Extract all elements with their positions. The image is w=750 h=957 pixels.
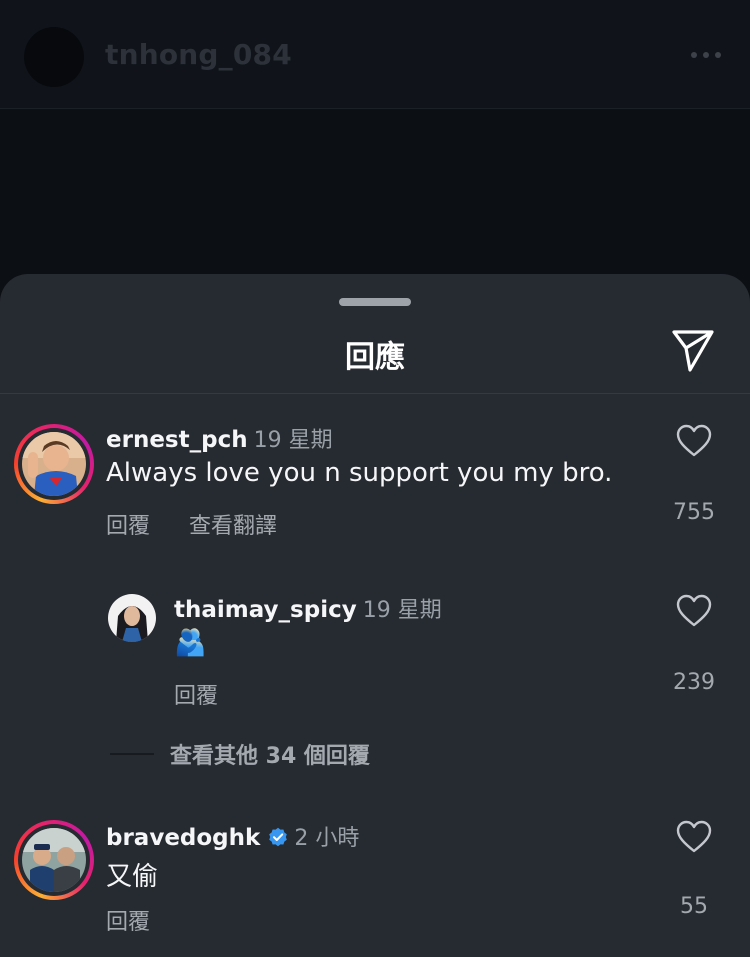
sheet-grabber-handle[interactable] <box>339 298 411 306</box>
like-heart-icon[interactable] <box>676 424 712 458</box>
comments-sheet: 回應 ernest_pch 19 星期 Always love you n sup… <box>0 274 750 957</box>
more-options-icon[interactable] <box>688 46 724 66</box>
thread-line <box>110 753 154 755</box>
comment-text: 又偷 <box>106 862 159 892</box>
poster-username[interactable]: tnhong_084 <box>105 38 292 71</box>
like-count: 755 <box>673 500 715 525</box>
sheet-title: 回應 <box>345 340 405 375</box>
comment-username[interactable]: thaimay_spicy <box>174 597 357 623</box>
avatar[interactable] <box>108 594 156 642</box>
comment-timestamp: 19 星期 <box>362 598 442 623</box>
comment-timestamp: 19 星期 <box>253 428 333 453</box>
comment-actions: 回覆 查看翻譯 <box>106 508 277 540</box>
avatar[interactable] <box>22 828 86 892</box>
avatar[interactable] <box>22 432 86 496</box>
see-translation-button[interactable]: 查看翻譯 <box>189 508 277 540</box>
reply-button[interactable]: 回覆 <box>106 904 150 936</box>
post-header: tnhong_084 <box>0 0 750 109</box>
reply-button[interactable]: 回覆 <box>106 508 150 540</box>
comment-timestamp: 2 小時 <box>294 826 360 851</box>
view-more-replies-label[interactable]: 查看其他 34 個回覆 <box>170 738 370 770</box>
like-count: 55 <box>680 894 708 919</box>
reply-item: thaimay_spicy 19 星期 🫂 回覆 239 <box>0 584 750 714</box>
comment-item: bravedoghk 2 小時 又偷 回覆 55 <box>0 804 750 957</box>
comment-meta: ernest_pch 19 星期 <box>106 422 333 454</box>
like-heart-icon[interactable] <box>676 820 712 854</box>
comment-meta: bravedoghk 2 小時 <box>106 820 359 852</box>
comment-meta: thaimay_spicy 19 星期 <box>174 592 442 624</box>
verified-badge-icon <box>269 827 288 847</box>
comment-actions: 回覆 <box>174 678 218 710</box>
view-more-replies[interactable]: 查看其他 34 個回覆 <box>108 736 448 772</box>
comment-username[interactable]: bravedoghk <box>106 825 260 851</box>
comment-text: 🫂 <box>174 628 207 658</box>
poster-avatar[interactable] <box>24 27 84 87</box>
comment-text: Always love you n support you my bro. <box>106 458 613 488</box>
comment-actions: 回覆 <box>106 904 150 936</box>
like-count: 239 <box>673 670 715 695</box>
like-heart-icon[interactable] <box>676 594 712 628</box>
share-send-icon[interactable] <box>668 326 718 376</box>
comment-item: ernest_pch 19 星期 Always love you n suppor… <box>0 394 750 564</box>
comment-username[interactable]: ernest_pch <box>106 427 248 453</box>
reply-button[interactable]: 回覆 <box>174 678 218 710</box>
